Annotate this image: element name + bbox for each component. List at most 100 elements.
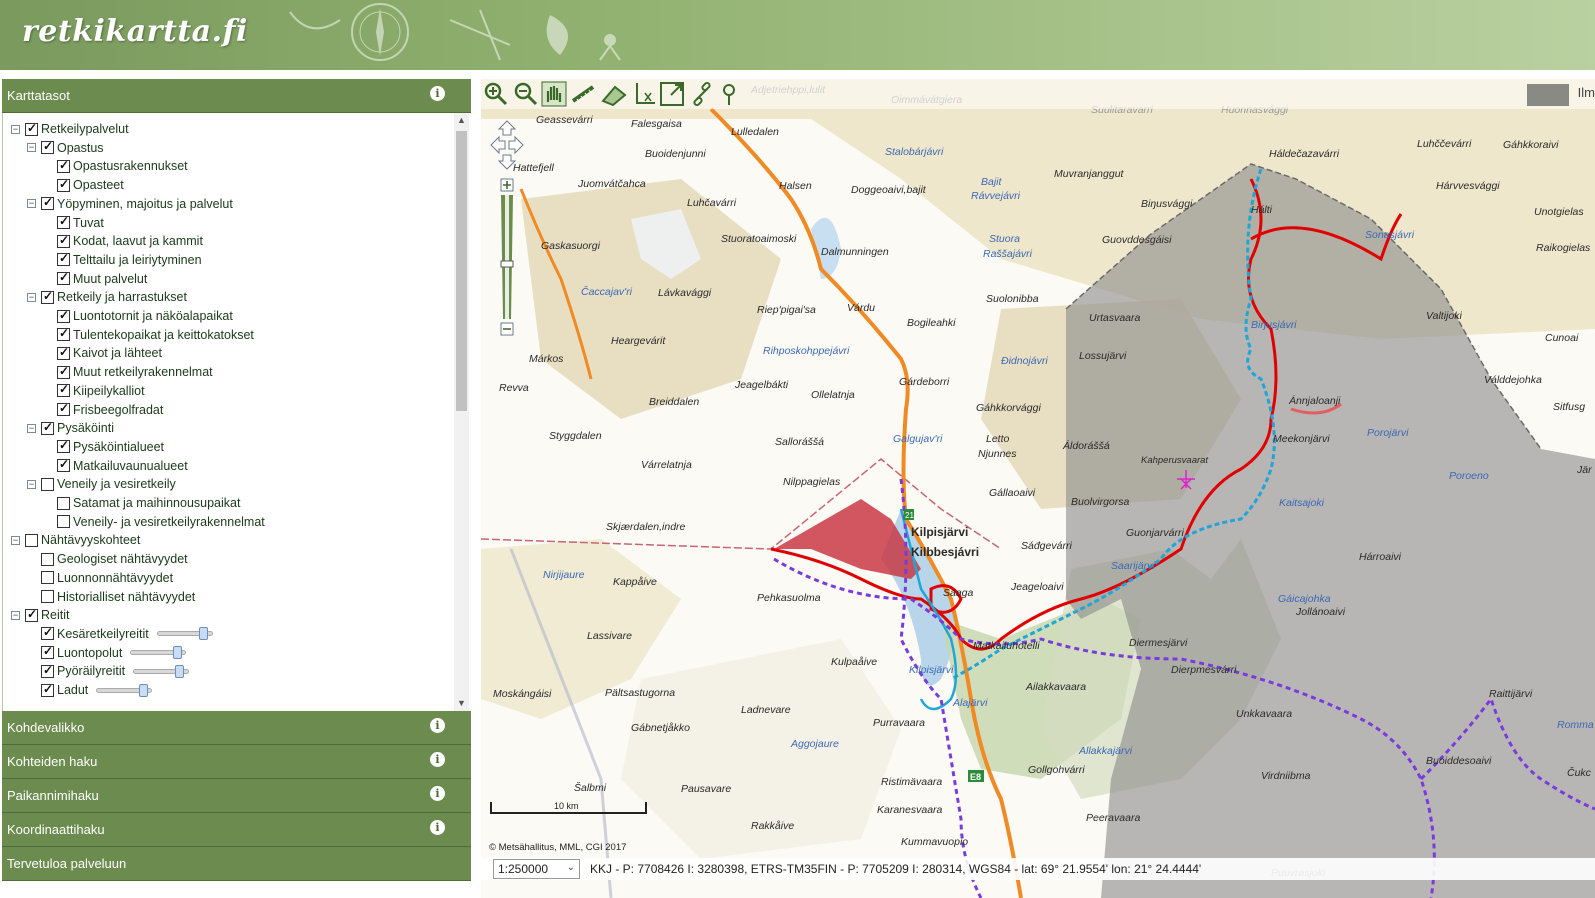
info-icon[interactable]: i: [430, 786, 445, 801]
layer-tree-row[interactable]: Kodat, laavut ja kammit: [57, 232, 203, 250]
layer-tree-row[interactable]: − Pysäköinti: [27, 419, 114, 437]
layer-tree-row[interactable]: Luontopolut: [41, 644, 187, 662]
fullscreen-icon[interactable]: [659, 81, 685, 107]
overview-map-thumbnail[interactable]: [1527, 84, 1569, 106]
scroll-up-arrow-icon[interactable]: ▲: [454, 113, 469, 128]
zoom-in-icon[interactable]: [483, 81, 509, 107]
layer-tree-row[interactable]: − Retkeilypalvelut: [11, 120, 129, 138]
layer-checkbox[interactable]: [41, 139, 54, 155]
layer-checkbox[interactable]: [57, 438, 70, 454]
layer-tree-row[interactable]: Opasteet: [57, 176, 124, 194]
layer-checkbox[interactable]: [41, 682, 54, 697]
layer-tree-row[interactable]: Opastusrakennukset: [57, 157, 188, 175]
profile-icon[interactable]: [631, 81, 657, 107]
layer-checkbox[interactable]: [57, 251, 70, 267]
layer-tree-row[interactable]: Tulentekopaikat ja keittokatokset: [57, 326, 254, 344]
layer-tree-row[interactable]: Geologiset nähtävyydet: [41, 550, 188, 568]
layer-checkbox[interactable]: [25, 121, 38, 136]
collapse-toggle-icon[interactable]: −: [27, 143, 36, 153]
layer-checkbox[interactable]: [57, 326, 70, 342]
overview-map-label[interactable]: Ilm: [1578, 85, 1595, 100]
collapse-toggle-icon[interactable]: −: [27, 199, 36, 209]
zoom-slider-track[interactable]: [501, 195, 513, 319]
zoom-slider-handle[interactable]: [500, 260, 514, 268]
layer-tree-row[interactable]: Pysäköintialueet: [57, 438, 164, 456]
layer-checkbox[interactable]: [57, 496, 70, 510]
opacity-slider-handle[interactable]: [199, 627, 209, 641]
layer-tree-row[interactable]: Muut palvelut: [57, 270, 147, 288]
layer-checkbox[interactable]: [41, 644, 54, 660]
layer-tree-row[interactable]: Veneily- ja vesiretkeilyrakennelmat: [57, 513, 265, 531]
layer-tree-row[interactable]: Kaivot ja lähteet: [57, 344, 162, 362]
layer-checkbox[interactable]: [41, 289, 54, 304]
layer-checkbox[interactable]: [41, 663, 54, 678]
layer-tree-row[interactable]: Luonnonnähtävyydet: [41, 569, 173, 587]
layer-checkbox[interactable]: [57, 270, 70, 286]
pan-left-arrow-icon[interactable]: [490, 135, 506, 155]
panel-header[interactable]: Paikannimihaku i: [2, 779, 471, 813]
layer-checkbox[interactable]: [57, 308, 70, 323]
measure-distance-icon[interactable]: [571, 81, 597, 107]
layer-tree-row[interactable]: Frisbeegolfradat: [57, 401, 163, 419]
layer-tree-row[interactable]: Matkailuvaunualueet: [57, 457, 188, 475]
panel-header[interactable]: Kohteiden haku i: [2, 745, 471, 779]
collapse-toggle-icon[interactable]: −: [27, 479, 36, 489]
map-view[interactable]: Geassevárri Falesgaisa Lulledalen Buoide…: [481, 79, 1595, 898]
layer-tree-row[interactable]: Pyöräilyreitit: [41, 662, 190, 680]
layer-checkbox[interactable]: [41, 625, 54, 641]
layer-checkbox[interactable]: [41, 552, 54, 566]
panel-layers-header[interactable]: Karttatasot i: [2, 79, 471, 113]
layer-tree-row[interactable]: − Veneily ja vesiretkeily: [27, 475, 176, 493]
scrollbar-thumb[interactable]: [456, 131, 467, 411]
layer-checkbox[interactable]: [57, 382, 70, 398]
collapse-toggle-icon[interactable]: −: [11, 535, 20, 545]
collapse-toggle-icon[interactable]: −: [11, 124, 20, 134]
scale-select[interactable]: 1:250000 ⌄: [493, 859, 580, 879]
opacity-slider[interactable]: [96, 683, 153, 697]
pan-right-arrow-icon[interactable]: [508, 135, 524, 155]
layer-checkbox[interactable]: [57, 457, 70, 473]
zoom-slider-minus-icon[interactable]: [500, 322, 514, 336]
zoom-slider-plus-icon[interactable]: [500, 178, 514, 192]
collapse-toggle-icon[interactable]: −: [27, 423, 36, 433]
layer-tree-row[interactable]: Tuvat: [57, 214, 104, 232]
layer-checkbox[interactable]: [57, 515, 70, 529]
layer-tree-row[interactable]: − Reitit: [11, 606, 69, 624]
layer-checkbox[interactable]: [57, 233, 70, 248]
measure-area-icon[interactable]: [601, 81, 627, 107]
panel-header[interactable]: Koordinaattihaku i: [2, 813, 471, 847]
layer-checkbox[interactable]: [57, 177, 70, 192]
map-canvas[interactable]: Geassevárri Falesgaisa Lulledalen Buoide…: [481, 79, 1595, 898]
layer-checkbox[interactable]: [25, 533, 38, 547]
layer-checkbox[interactable]: [41, 420, 54, 435]
info-icon[interactable]: i: [430, 752, 445, 767]
layer-checkbox[interactable]: [57, 364, 70, 379]
layer-tree-row[interactable]: − Retkeily ja harrastukset: [27, 288, 187, 306]
layer-tree-row[interactable]: Luontotornit ja näköalapaikat: [57, 307, 233, 325]
layer-tree-row[interactable]: Historialliset nähtävyydet: [41, 588, 195, 606]
layer-checkbox[interactable]: [57, 345, 70, 360]
pan-hand-icon[interactable]: [541, 81, 567, 107]
panel-header[interactable]: Tervetuloa palveluun: [2, 847, 471, 881]
opacity-slider[interactable]: [130, 646, 187, 660]
zoom-out-icon[interactable]: [513, 81, 539, 107]
collapse-toggle-icon[interactable]: −: [27, 292, 36, 302]
layer-checkbox[interactable]: [57, 214, 70, 229]
info-icon[interactable]: i: [430, 86, 445, 101]
opacity-slider[interactable]: [156, 627, 213, 641]
layer-checkbox[interactable]: [25, 607, 38, 622]
layer-checkbox[interactable]: [57, 158, 70, 173]
site-logo[interactable]: retkikartta.fi: [22, 14, 248, 49]
layer-tree-row[interactable]: Ladut: [41, 681, 153, 699]
layer-tree-row[interactable]: − Nähtävyyskohteet: [11, 531, 140, 549]
layer-tree-scrollbar[interactable]: ▲ ▼: [454, 113, 469, 711]
layer-tree-row[interactable]: Muut retkeilyrakennelmat: [57, 363, 213, 381]
info-icon[interactable]: i: [430, 718, 445, 733]
pan-up-arrow-icon[interactable]: [497, 120, 517, 136]
layer-checkbox[interactable]: [41, 195, 54, 211]
scroll-down-arrow-icon[interactable]: ▼: [454, 696, 469, 711]
layer-checkbox[interactable]: [41, 571, 54, 585]
location-pin-icon[interactable]: [717, 81, 743, 107]
opacity-slider-handle[interactable]: [172, 646, 182, 660]
layer-checkbox[interactable]: [57, 401, 70, 416]
